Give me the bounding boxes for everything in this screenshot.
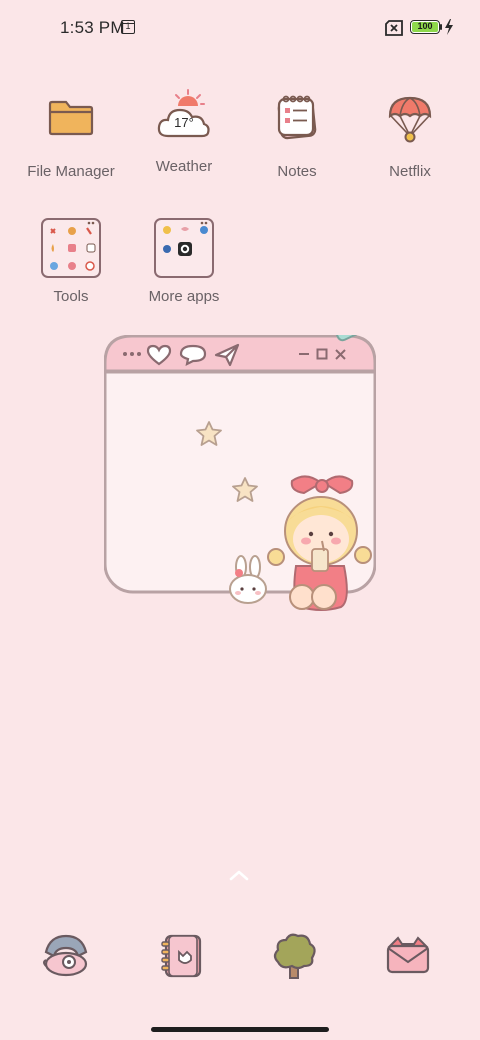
charging-bolt-icon <box>445 19 453 35</box>
contacts-book-icon <box>161 934 202 978</box>
folder-label: Tools <box>53 288 89 305</box>
bunny-illustration <box>229 555 267 604</box>
send-icon[interactable] <box>214 343 240 367</box>
mini-app-icons <box>50 221 96 271</box>
dock-phone[interactable] <box>36 926 96 986</box>
battery-tip <box>440 24 442 30</box>
app-weather[interactable]: 17° Weather <box>128 88 240 175</box>
weather-temperature: 17° <box>174 115 194 130</box>
minimize-icon[interactable] <box>298 352 310 356</box>
calendar-icon: 1 <box>121 20 135 34</box>
app-label: File Manager <box>27 163 115 180</box>
status-bar: 1:53 PM 1 100 <box>0 0 480 56</box>
folder-tools[interactable]: Tools <box>15 218 127 305</box>
dock-tree[interactable] <box>264 926 324 986</box>
home-gesture-bar[interactable] <box>151 1027 329 1032</box>
folder-label: More apps <box>148 288 220 305</box>
dots-icon <box>123 352 141 356</box>
app-file-manager[interactable]: File Manager <box>15 88 127 180</box>
battery-level: 100 <box>412 22 438 32</box>
folder-more-apps[interactable]: More apps <box>128 218 240 305</box>
folder-icon <box>48 100 94 136</box>
tools-folder-preview <box>41 218 101 278</box>
notes-icon <box>277 95 317 140</box>
envelope-icon <box>386 936 430 974</box>
clock-time: 1:53 PM <box>60 18 125 37</box>
girl-illustration <box>267 475 372 611</box>
app-label: Netflix <box>389 163 431 180</box>
star-icon <box>196 421 222 446</box>
tree-icon <box>273 933 316 979</box>
phone-icon <box>43 934 88 977</box>
battery-icon: 100 <box>410 20 440 34</box>
star-icon <box>232 477 258 502</box>
more-apps-folder-preview <box>154 218 214 278</box>
app-label: Weather <box>155 158 213 175</box>
decor-widget[interactable] <box>103 318 377 611</box>
app-netflix[interactable]: Netflix <box>354 88 466 180</box>
weather-cloud-icon: 17° <box>154 88 214 148</box>
dock-mail[interactable] <box>378 926 438 986</box>
maximize-icon[interactable] <box>316 348 328 360</box>
app-notes[interactable]: Notes <box>241 88 353 180</box>
parachute-icon <box>388 96 432 143</box>
dock-contacts[interactable] <box>152 926 212 986</box>
close-icon[interactable] <box>335 349 346 360</box>
app-drawer-arrow-icon[interactable] <box>228 868 250 882</box>
chat-icon[interactable] <box>179 344 207 366</box>
heart-icon[interactable] <box>146 344 172 366</box>
no-sim-icon <box>385 20 403 36</box>
app-label: Notes <box>277 163 317 180</box>
